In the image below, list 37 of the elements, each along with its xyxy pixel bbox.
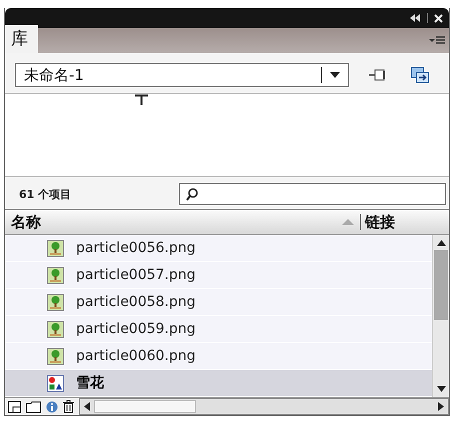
- panel-menu-icon[interactable]: [429, 36, 445, 46]
- scroll-down-icon[interactable]: [436, 386, 446, 392]
- library-dropdown[interactable]: 未命名-1: [15, 63, 349, 87]
- image-icon: [47, 294, 64, 310]
- image-icon: [47, 320, 64, 338]
- image-icon: [47, 348, 64, 364]
- horizontal-scrollbar[interactable]: [79, 398, 449, 415]
- scroll-thumb[interactable]: [434, 250, 448, 320]
- library-item[interactable]: particle0057.png: [5, 262, 432, 289]
- library-item[interactable]: particle0059.png: [5, 316, 432, 343]
- column-heading[interactable]: 名称: [11, 212, 342, 232]
- image-icon: [47, 266, 64, 284]
- pin-icon[interactable]: [369, 68, 387, 82]
- item-count: 61 个项目: [19, 186, 72, 202]
- new-symbol-icon[interactable]: [8, 400, 21, 412]
- scroll-thumb[interactable]: [94, 400, 196, 413]
- close-icon[interactable]: [434, 14, 443, 22]
- collapse-icon[interactable]: [409, 14, 421, 22]
- scroll-left-icon[interactable]: [84, 402, 90, 411]
- scroll-right-icon[interactable]: [438, 402, 444, 411]
- trash-icon[interactable]: [63, 400, 74, 413]
- library-item[interactable]: 雪花: [5, 370, 432, 397]
- search-icon: [186, 188, 198, 200]
- dropdown-arrow-icon: [330, 72, 340, 78]
- library-item[interactable]: particle0058.png: [5, 289, 432, 316]
- new-library-panel-icon[interactable]: [411, 67, 429, 83]
- library-item[interactable]: particle0056.png: [5, 235, 432, 262]
- image-icon: [47, 240, 64, 256]
- column-heading[interactable]: 链接: [365, 212, 443, 232]
- folder-icon[interactable]: [26, 400, 41, 412]
- tab[interactable]: 库: [5, 25, 38, 53]
- registration-cross-icon: [135, 94, 148, 105]
- properties-icon[interactable]: [46, 400, 58, 412]
- scroll-up-icon[interactable]: [436, 240, 446, 246]
- search-field[interactable]: [179, 183, 446, 205]
- vertical-scrollbar[interactable]: [432, 235, 449, 397]
- symbol-icon: [47, 374, 64, 392]
